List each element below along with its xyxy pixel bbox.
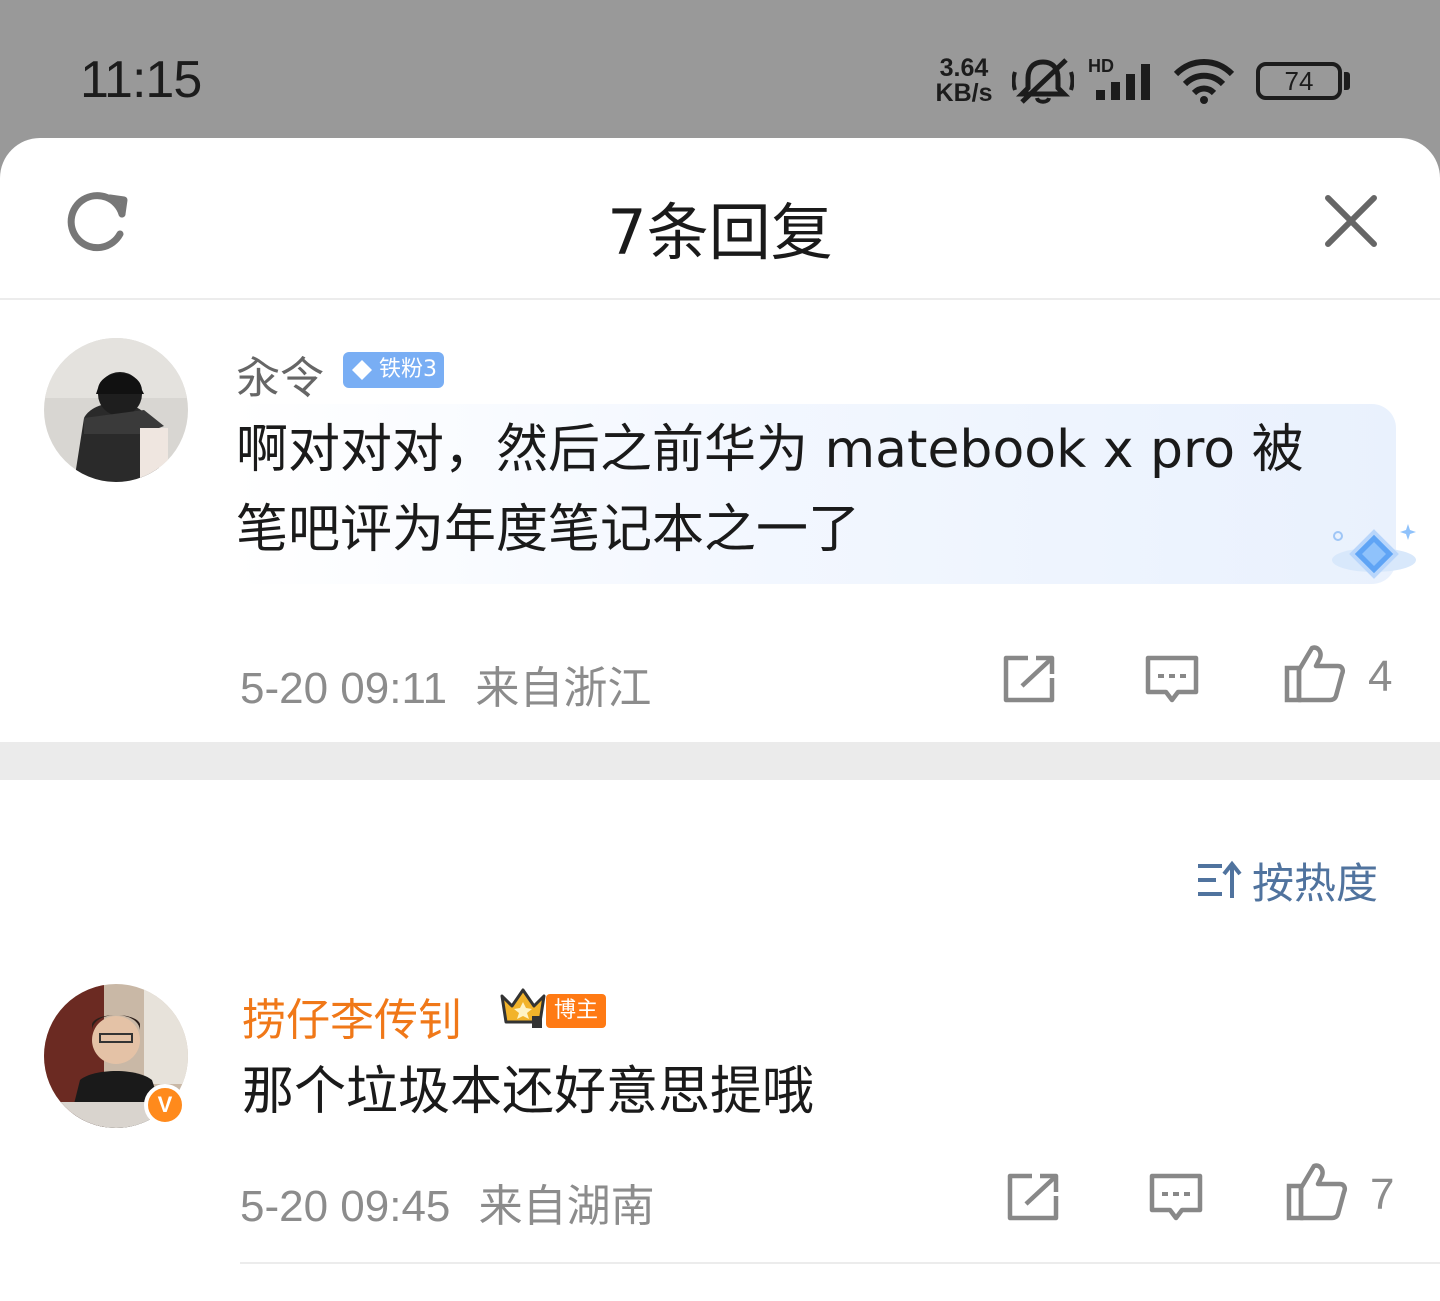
comment-text-line: 啊对对对，然后之前华为 matebook x pro 被	[236, 420, 1304, 480]
sort-label: 按热度	[1252, 858, 1379, 908]
reply-location: 来自湖南	[478, 1182, 655, 1231]
fan-badge-label: 铁粉3	[379, 357, 437, 382]
comment-text: 啊对对对，然后之前华为 matebook x pro 被 笔吧评为年度笔记本之一…	[236, 410, 1356, 570]
avatar[interactable]	[44, 338, 188, 482]
comment-meta: 5-20 09:11 来自浙江	[240, 652, 651, 716]
sort-button[interactable]: 按热度	[1196, 852, 1378, 908]
comment-icon[interactable]	[1148, 1172, 1204, 1224]
comment-icon[interactable]	[1144, 654, 1200, 706]
comment-time: 5-20 09:11	[240, 664, 448, 713]
close-icon[interactable]	[1318, 188, 1384, 254]
fan-badge[interactable]: 铁粉3	[343, 352, 444, 388]
sort-icon	[1198, 860, 1242, 898]
verified-badge: V	[144, 1084, 186, 1126]
wifi-icon	[1173, 59, 1235, 104]
comment-text-line: 笔吧评为年度笔记本之一了	[236, 500, 861, 560]
list-divider	[240, 1262, 1440, 1264]
status-bar: 11:15 3.64 KB/s HD 74	[0, 0, 1440, 140]
host-badge: 博主	[546, 994, 606, 1028]
network-speed-unit: KB/s	[935, 79, 993, 107]
battery-tip	[1344, 72, 1350, 90]
replies-sheet: 7条回复 汆令 铁粉3 啊对对对，然后之前华为 matebook x pro 被…	[0, 138, 1440, 1301]
network-speed-value: 3.64	[939, 54, 989, 82]
like-icon[interactable]	[1286, 1162, 1348, 1222]
diamond-icon	[352, 360, 372, 380]
like-count: 4	[1368, 652, 1393, 701]
like-count: 7	[1370, 1170, 1395, 1219]
status-time: 11:15	[80, 51, 202, 109]
refresh-icon[interactable]	[60, 184, 136, 260]
section-divider	[0, 742, 1440, 780]
battery-icon: 74	[1256, 62, 1342, 100]
sheet-header: 7条回复	[0, 138, 1440, 300]
like-icon[interactable]	[1284, 644, 1346, 704]
crown-icon	[500, 988, 546, 1028]
signal-icon	[1096, 64, 1150, 100]
sheet-title: 7条回复	[607, 196, 833, 269]
reply-text: 那个垃圾本还好意思提哦	[242, 1062, 815, 1122]
mute-icon	[1012, 58, 1074, 104]
comment-location: 来自浙江	[475, 664, 652, 713]
comment-username[interactable]: 汆令	[236, 342, 324, 406]
network-speed: 3.64 KB/s	[928, 56, 1000, 106]
reply-meta: 5-20 09:45 来自湖南	[240, 1170, 655, 1234]
battery-level: 74	[1284, 66, 1314, 96]
share-icon[interactable]	[1006, 1172, 1062, 1222]
reply-username[interactable]: 捞仔李传钊	[242, 984, 462, 1048]
share-icon[interactable]	[1002, 654, 1058, 704]
reply-time: 5-20 09:45	[240, 1182, 451, 1231]
